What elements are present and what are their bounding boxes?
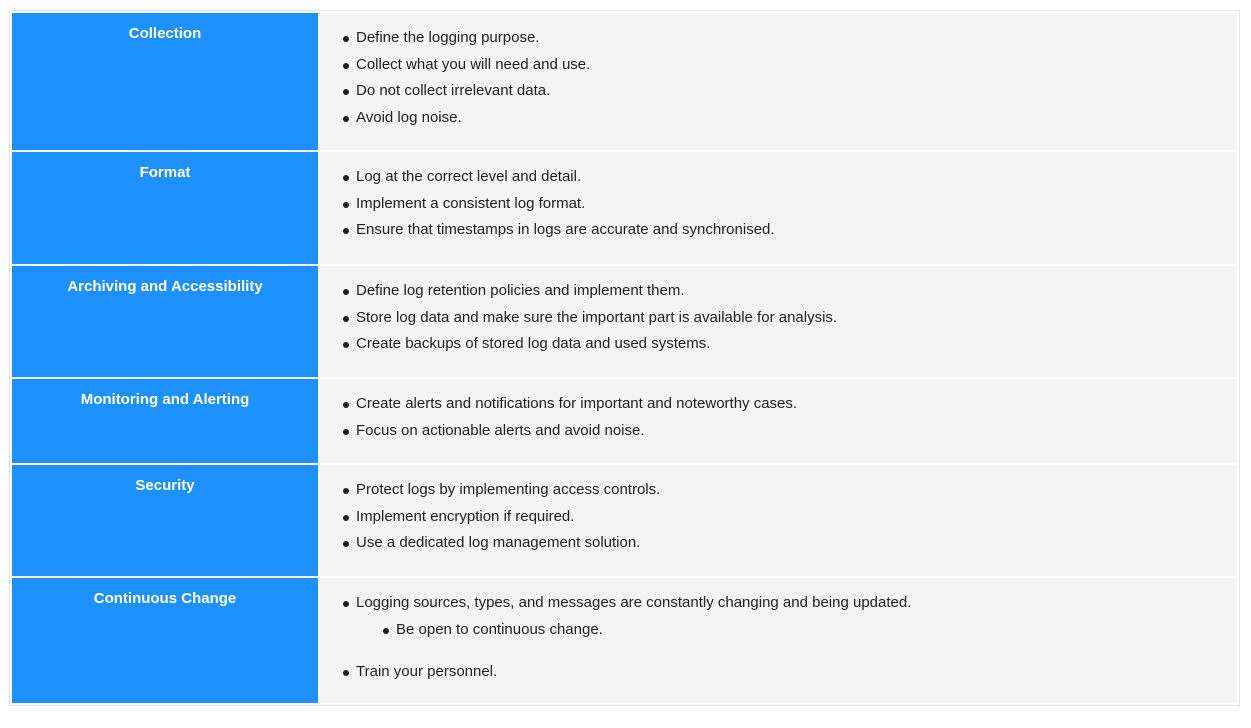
list-item-text: Focus on actionable alerts and avoid noi… — [356, 421, 645, 439]
list-item-text: Create backups of stored log data and us… — [356, 335, 711, 352]
list-item-text: Define the logging purpose. — [356, 29, 540, 46]
row-content: Define the logging purpose. Collect what … — [320, 13, 1237, 150]
list-item: Define log retention policies and implem… — [343, 278, 1223, 305]
list-item: Create backups of stored log data and us… — [343, 331, 1223, 358]
list-item: Use a dedicated log management solution. — [343, 530, 1223, 557]
table-row: Monitoring and Alerting Create alerts and… — [12, 379, 1237, 463]
list-item-text: Logging sources, types, and messages are… — [356, 594, 912, 611]
sub-bullet-list: Be open to continuous change. — [356, 617, 1223, 644]
bullet-list: Logging sources, types, and messages are… — [334, 590, 1223, 686]
list-item: Implement a consistent log format. — [343, 191, 1223, 218]
table-row: Archiving and Accessibility Define log re… — [12, 266, 1237, 377]
list-item: Do not collect irrelevant data. — [343, 78, 1223, 105]
list-item: Focus on actionable alerts and avoid noi… — [343, 418, 1223, 445]
list-item: Log at the correct level and detail. — [343, 164, 1223, 191]
list-item: Logging sources, types, and messages are… — [343, 590, 1223, 644]
list-item-text: Collect what you will need and use. — [356, 55, 591, 73]
list-item-text: Log at the correct level and detail. — [356, 168, 582, 185]
list-item-text: Avoid log noise. — [356, 108, 462, 126]
list-item-text: Ensure that timestamps in logs are accur… — [356, 221, 775, 238]
list-item: Avoid log noise. — [343, 105, 1223, 132]
list-item: Collect what you will need and use. — [343, 52, 1223, 79]
row-content: Define log retention policies and implem… — [320, 266, 1237, 377]
sub-list-item: Be open to continuous change. — [383, 617, 1223, 644]
bullet-list: Protect logs by implementing access cont… — [334, 477, 1223, 557]
list-item-text: Create alerts and notifications for impo… — [356, 395, 798, 412]
table-row: Continuous Change Logging sources, types,… — [12, 578, 1237, 703]
row-content: Log at the correct level and detail. Impl… — [320, 152, 1237, 264]
list-item: Implement encryption if required. — [343, 504, 1223, 531]
table-row: Format Log at the correct level and detai… — [12, 152, 1237, 264]
row-heading: Collection — [12, 13, 318, 150]
list-item-text: Use a dedicated log management solution. — [356, 534, 641, 551]
list-item: Define the logging purpose. — [343, 25, 1223, 52]
list-item: Train your personnel. — [343, 659, 1223, 686]
logging-practices-table: Collection Define the logging purpose. Col… — [10, 11, 1239, 705]
table-row: Collection Define the logging purpose. Col… — [12, 13, 1237, 150]
bullet-list: Define log retention policies and implem… — [334, 278, 1223, 358]
list-item-text: Implement a consistent log format. — [356, 194, 586, 212]
row-heading: Monitoring and Alerting — [12, 379, 318, 463]
table-row: Security Protect logs by implementing acc… — [12, 465, 1237, 576]
row-content: Protect logs by implementing access cont… — [320, 465, 1237, 576]
row-heading: Security — [12, 465, 318, 576]
list-item: Store log data and make sure the importa… — [343, 305, 1223, 332]
list-item: Ensure that timestamps in logs are accur… — [343, 217, 1223, 244]
row-content: Create alerts and notifications for impo… — [320, 379, 1237, 463]
row-heading: Continuous Change — [12, 578, 318, 703]
row-content: Logging sources, types, and messages are… — [320, 578, 1237, 703]
list-item-text: Define log retention policies and implem… — [356, 282, 685, 299]
bullet-list: Log at the correct level and detail. Impl… — [334, 164, 1223, 244]
list-item-text: Protect logs by implementing access cont… — [356, 481, 661, 498]
bullet-list: Create alerts and notifications for impo… — [334, 391, 1223, 444]
list-item: Protect logs by implementing access cont… — [343, 477, 1223, 504]
bullet-list: Define the logging purpose. Collect what … — [334, 25, 1223, 131]
list-item-text: Store log data and make sure the importa… — [356, 308, 838, 326]
logging-practices-table-container: Collection Define the logging purpose. Col… — [9, 10, 1240, 706]
row-heading: Archiving and Accessibility — [12, 266, 318, 377]
row-heading: Format — [12, 152, 318, 264]
list-item: Create alerts and notifications for impo… — [343, 391, 1223, 418]
list-item-text: Do not collect irrelevant data. — [356, 82, 551, 99]
list-item-text: Train your personnel. — [356, 663, 498, 680]
list-item-text: Implement encryption if required. — [356, 507, 575, 525]
